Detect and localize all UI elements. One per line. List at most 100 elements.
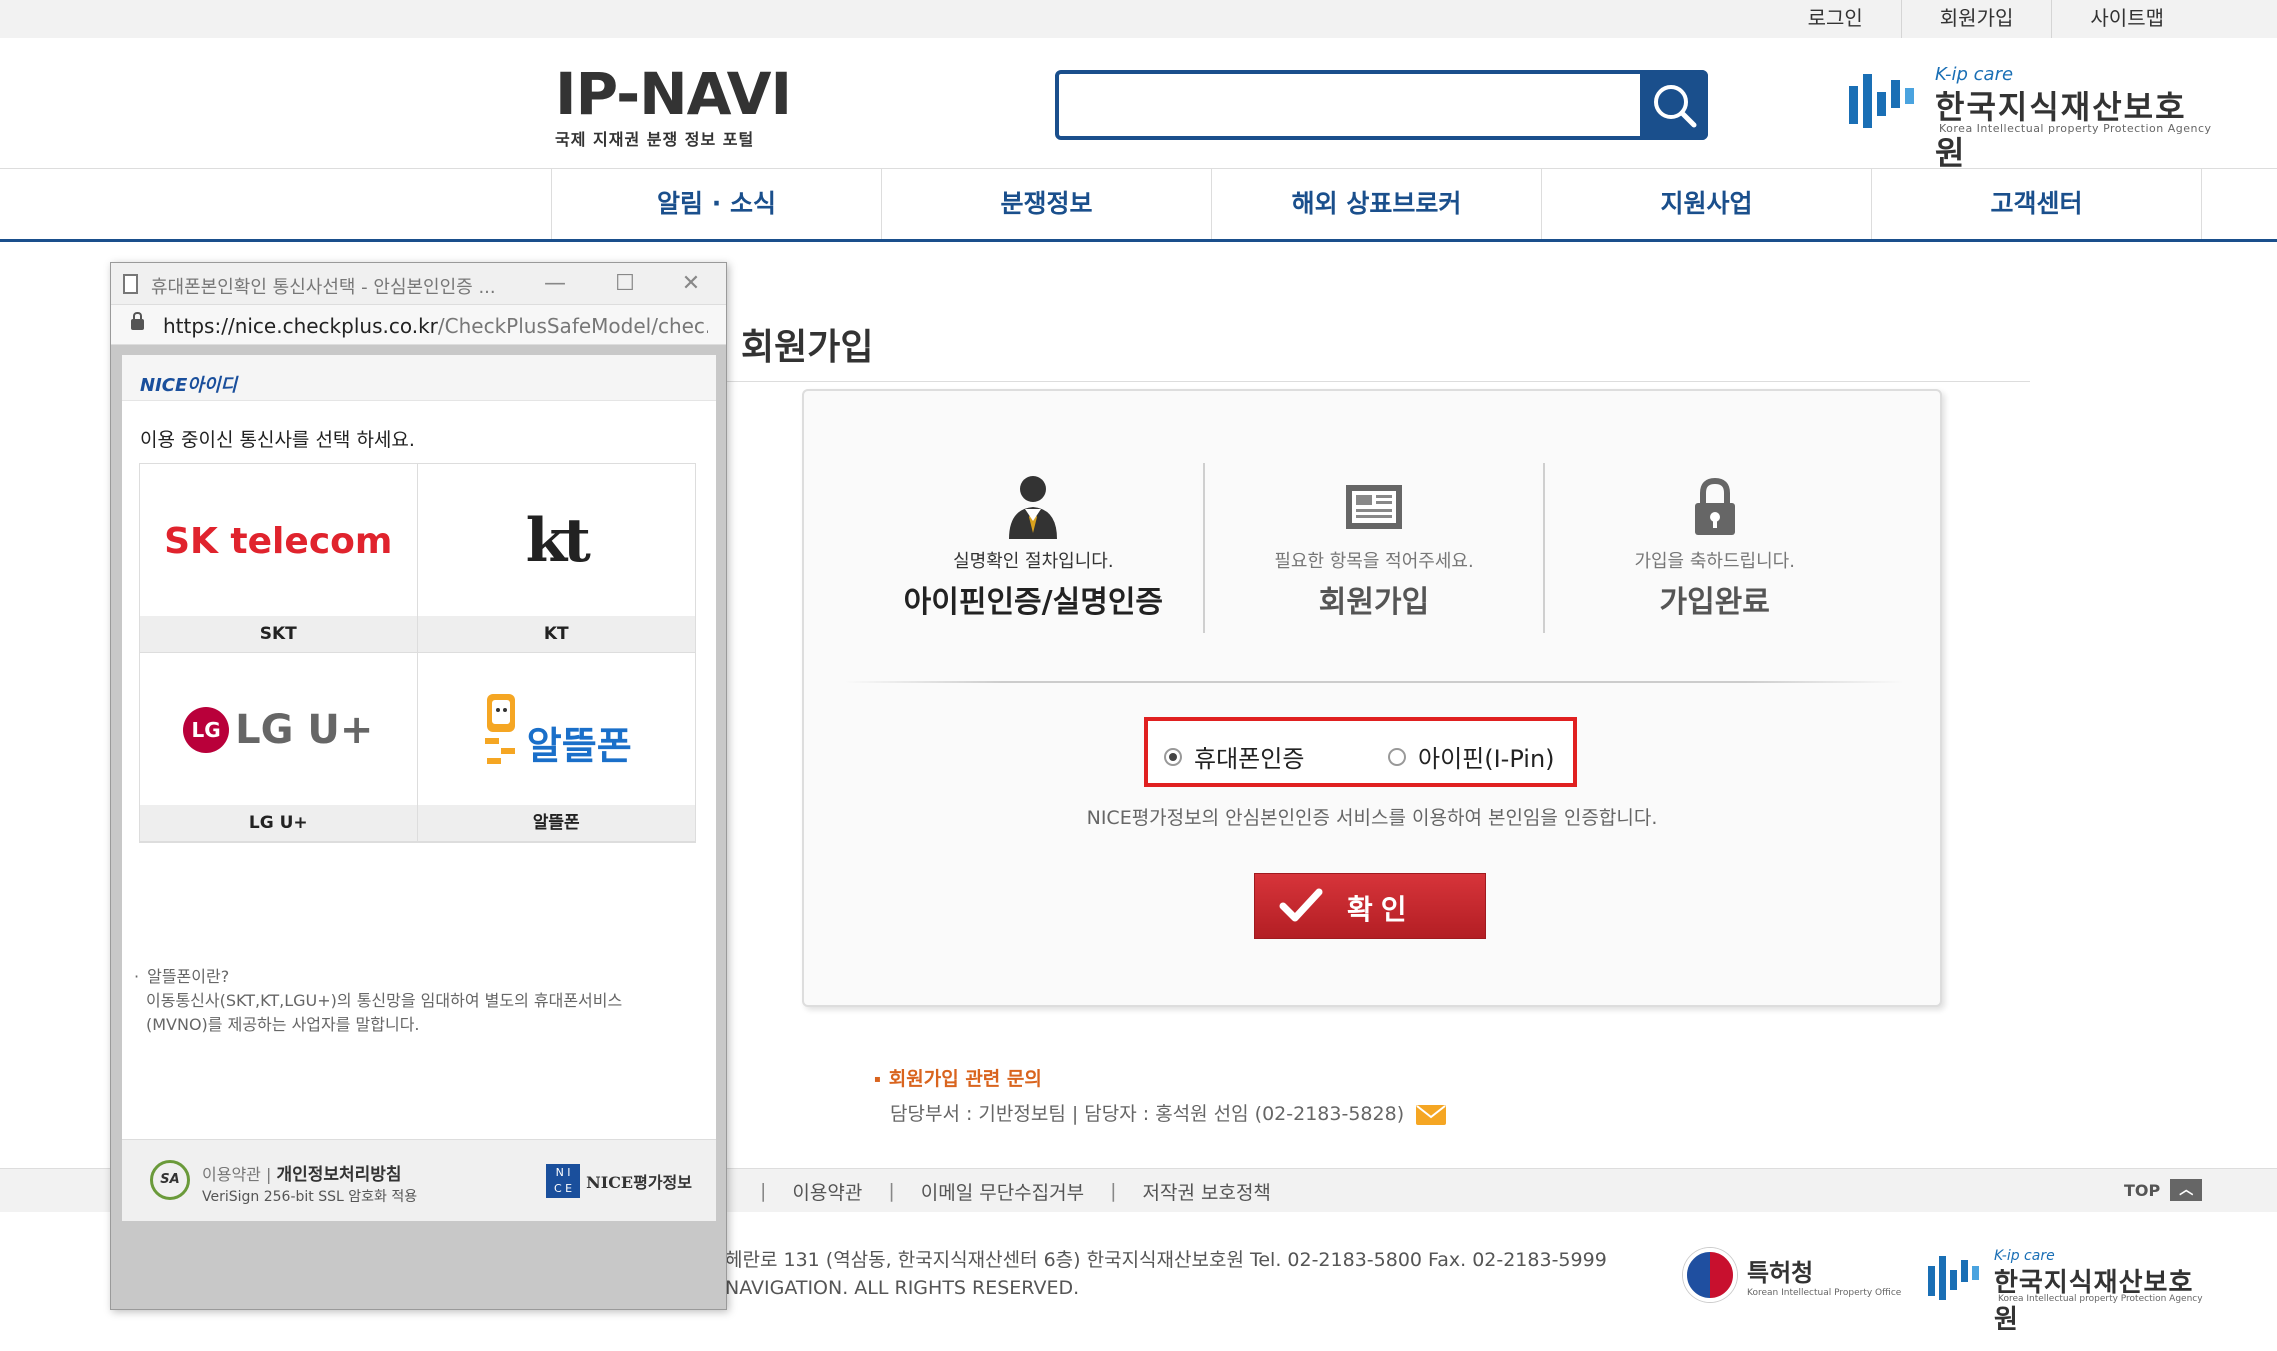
confirm-button[interactable]: 확인 [1254,873,1486,939]
search-input[interactable] [1071,82,1571,128]
carrier-option-mvno[interactable]: 알뜰폰 알뜰폰 [417,653,696,842]
footer-link-terms[interactable]: 이용약관 [792,1178,862,1205]
nav-item-news[interactable]: 알림 · 소식 [552,169,882,239]
carrier-name: LG U+ [140,805,417,841]
mvno-logo: 알뜰폰 [418,653,696,807]
kipcare-mark-icon [1928,1256,1979,1300]
carrier-option-lgu[interactable]: LG LG U+ LG U+ [140,653,418,842]
popup-terms-link[interactable]: 이용약관 [202,1165,261,1184]
popup-titlebar[interactable]: 휴대폰본인확인 통신사선택 - 안심본인인증 ... — ☐ ✕ [111,263,726,305]
skt-logo-text: SK telecom [164,520,393,562]
carrier-instruction: 이용 중이신 통신사를 선택 하세요. [140,429,415,451]
footer-separator: | [888,1180,895,1202]
radio-phone-auth[interactable]: 휴대폰인증 [1164,739,1304,774]
title-divider [725,381,2030,382]
search-box [1055,70,1708,140]
nav-item-trademark-broker[interactable]: 해외 상표브로커 [1212,169,1542,239]
search-button[interactable] [1640,70,1708,140]
nice-brand-logo: N IC E NICE평가정보 [546,1164,692,1198]
taegeuk-icon [1683,1248,1737,1302]
popup-address-bar: https://nice.checkplus.co.kr/CheckPlusSa… [111,305,726,345]
skt-logo: SK telecom [140,464,417,618]
top-label: TOP [2124,1180,2161,1200]
mvno-question: 알뜰폰이란? [146,965,622,989]
nice-header: NICE아이디 [122,355,716,401]
logo-subtitle: 국제 지재권 분쟁 정보 포털 [555,130,755,149]
lgu-logo-text: LG U+ [235,707,374,753]
logo-text: IP-NAVI [555,60,792,128]
carrier-option-skt[interactable]: SK telecom SKT [140,464,418,653]
carrier-name: KT [417,616,695,652]
ssl-notice: VeriSign 256-bit SSL 암호화 적용 [202,1189,418,1205]
minimize-button[interactable]: — [535,269,575,299]
sa-security-icon: SA [150,1160,190,1200]
login-link[interactable]: 로그인 [1770,0,1901,38]
nice-id-logo: NICE아이디 [140,375,237,396]
nice-mark-icon: N IC E [546,1164,581,1198]
lgu-logo: LG LG U+ [140,653,417,807]
copyright-text: NAVIGATION. ALL RIGHTS RESERVED. [725,1277,1080,1299]
nice-brand-label: NICE평가정보 [586,1173,692,1192]
mvno-logo-text: 알뜰폰 [526,724,632,768]
popup-privacy-link[interactable]: 개인정보처리방침 [276,1165,401,1185]
arrow-up-icon: ︿ [2170,1179,2203,1201]
url-host: https://nice.checkplus.co.kr [163,314,438,338]
step-subtitle: 실명확인 절차입니다. [953,551,1114,572]
lock-icon [1685,473,1745,541]
step-title: 아이핀인증/실명인증 [903,585,1164,620]
signup-panel: 실명확인 절차입니다. 아이핀인증/실명인증 필요한 항목을 적어주세요. 회원… [802,389,1942,1007]
nav-item-support[interactable]: 지원사업 [1542,169,1872,239]
footer-link-copyright[interactable]: 저작권 보호정책 [1143,1178,1271,1205]
step-subtitle: 필요한 항목을 적어주세요. [1274,551,1474,572]
carrier-name: 알뜰폰 [417,805,695,841]
site-logo[interactable]: IP-NAVI 국제 지재권 분쟁 정보 포털 [555,60,792,150]
person-icon [1003,473,1063,541]
carrier-name: SKT [140,616,417,652]
step-subtitle: 가입을 축하드립니다. [1634,551,1795,572]
utility-bar: 로그인 회원가입 사이트맵 [0,0,2277,38]
footer-separator: | [1110,1180,1117,1202]
mvno-answer-line1: 이동통신사(SKT,KT,LGU+)의 통신망을 임대하여 별도의 휴대폰서비스 [146,991,623,1010]
page-icon [123,274,138,294]
mail-icon[interactable] [1416,1104,1447,1125]
inquiry-contact: 담당부서 : 기반정보팀 | 담당자 : 홍석원 선임 (02-2183-582… [890,1103,1405,1125]
sitemap-link[interactable]: 사이트맵 [2051,0,2202,38]
footer-separator: | [760,1180,767,1202]
footer-agency-logo[interactable]: K-ip care 한국지식재산보호원 Korea Intellectual p… [1926,1248,2206,1335]
radio-label: 아이핀(I-Pin) [1418,745,1555,773]
radio-ipin-auth[interactable]: 아이핀(I-Pin) [1388,739,1555,774]
agency-logo[interactable]: K-ip care 한국지식재산보호원 Korea Intellectual p… [1847,64,2211,172]
nav-item-dispute-info[interactable]: 분쟁정보 [882,169,1212,239]
close-button[interactable]: ✕ [671,269,711,299]
carrier-option-kt[interactable]: kt KT [417,464,695,653]
inquiry-body: 담당부서 : 기반정보팀 | 담당자 : 홍석원 선임 (02-2183-582… [890,1099,1447,1126]
footer-link-email-refusal[interactable]: 이메일 무단수집거부 [921,1178,1084,1205]
auth-description: NICE평가정보의 안심본인인증 서비스를 이용하여 본인임을 인증합니다. [1086,807,1658,829]
mvno-answer-line2: (MVNO)를 제공하는 사업자를 말합니다. [146,1015,420,1034]
kt-logo-text: kt [525,506,591,576]
join-link[interactable]: 회원가입 [1900,0,2052,38]
popup-footer-links: 이용약관 | 개인정보처리방침 [202,1165,402,1185]
popup-footer: SA 이용약관 | 개인정보처리방침 VeriSign 256-bit SSL … [122,1139,716,1221]
popup-url: https://nice.checkplus.co.kr/CheckPlusSa… [163,314,708,338]
form-icon [1344,473,1404,541]
maximize-button[interactable]: ☐ [605,269,645,299]
auth-method-selector: 휴대폰인증 아이핀(I-Pin) [1144,717,1577,787]
kipo-logo[interactable]: 특허청 Korean Intellectual Property Office [1683,1248,1901,1302]
phone-character-icon [484,694,515,764]
kipo-english-name: Korean Intellectual Property Office [1747,1287,1902,1298]
mvno-explanation: 알뜰폰이란? 이동통신사(SKT,KT,LGU+)의 통신망을 임대하여 별도의… [146,965,622,1037]
nav-item-customer-center[interactable]: 고객센터 [1872,169,2202,239]
utility-links: 로그인 회원가입 사이트맵 [1770,0,2202,38]
kipcare-mark-icon [1849,74,1914,128]
step-title: 가입완료 [1659,585,1770,620]
address-text: 헤란로 131 (역삼동, 한국지식재산센터 6층) 한국지식재산보호원 Tel… [725,1249,1607,1271]
step-signup: 필요한 항목을 적어주세요. 회원가입 [1202,463,1544,633]
footer-address: 헤란로 131 (역삼동, 한국지식재산센터 6층) 한국지식재산보호원 Tel… [725,1246,1607,1302]
top-button[interactable]: TOP ︿ [2124,1179,2203,1201]
url-path: /CheckPlusSafeModel/chec... [437,314,708,338]
agency-english-name: Korea Intellectual property Protection A… [1998,1294,2203,1304]
signup-steps: 실명확인 절차입니다. 아이핀인증/실명인증 필요한 항목을 적어주세요. 회원… [864,463,1884,633]
radio-label: 휴대폰인증 [1194,745,1305,773]
agency-english-name: Korea Intellectual property Protection A… [1939,122,2212,135]
